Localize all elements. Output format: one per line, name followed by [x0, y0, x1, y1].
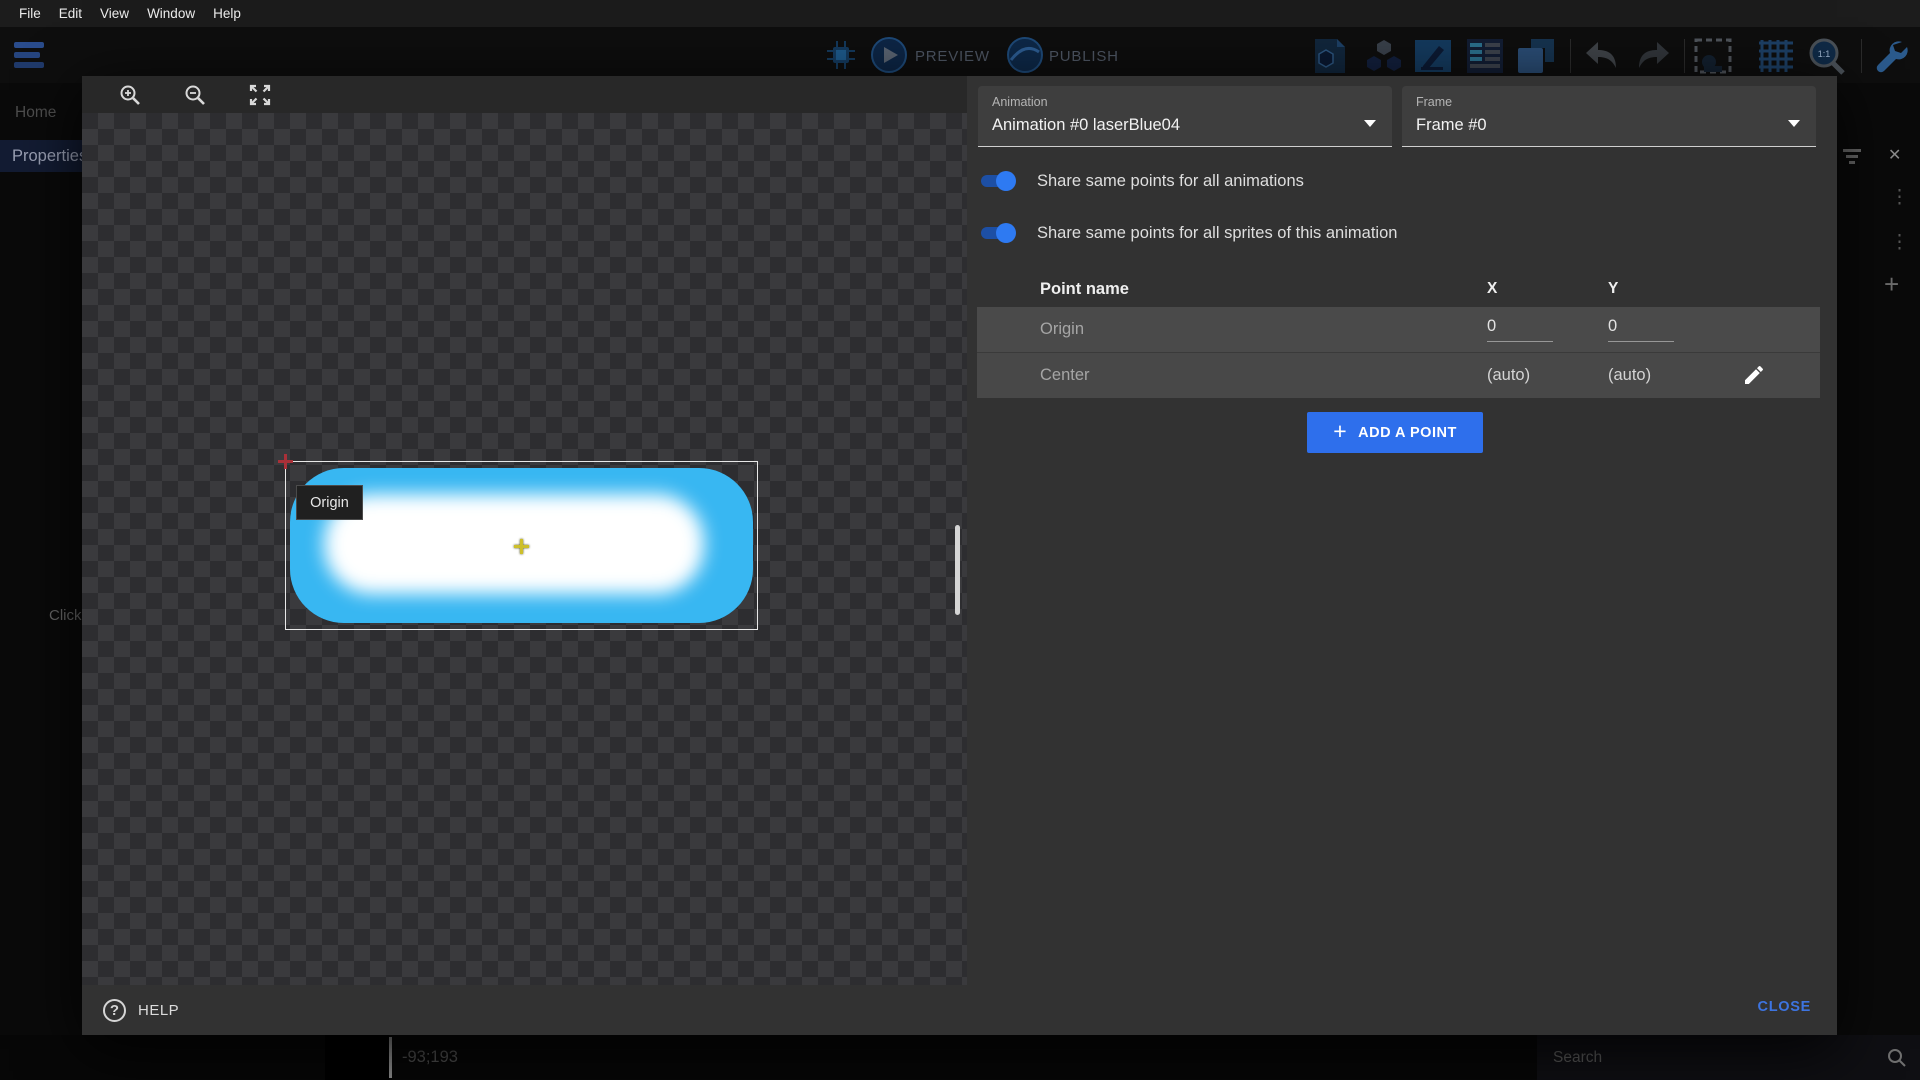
transparency-checkerboard[interactable]: Origin — [82, 113, 967, 985]
toggle-label: Share same points for all sprites of thi… — [1037, 224, 1397, 243]
zoom-in-icon[interactable] — [118, 83, 142, 107]
objects-icon[interactable] — [1311, 38, 1349, 74]
point-name: Center — [1040, 353, 1090, 398]
help-icon: ? — [103, 999, 126, 1022]
properties-hint-text: Click — [49, 607, 82, 627]
search-box — [1537, 1035, 1920, 1080]
svg-text:1:1: 1:1 — [1818, 49, 1831, 59]
dialog-footer: ? HELP CLOSE — [82, 985, 1837, 1035]
chevron-down-icon — [1364, 120, 1376, 127]
toolbar-separator — [1684, 39, 1685, 73]
preview-play-icon[interactable] — [870, 36, 908, 74]
origin-point-marker[interactable] — [278, 454, 293, 469]
frame-select-value: Frame #0 — [1416, 116, 1802, 135]
add-a-point-button[interactable]: + ADD A POINT — [1307, 412, 1483, 453]
wrench-icon[interactable] — [1872, 38, 1908, 74]
column-y: Y — [1608, 271, 1618, 307]
table-row-center: Center (auto) (auto) — [977, 352, 1820, 398]
cursor-coordinates: -93;193 — [402, 1035, 458, 1080]
edit-center-point-button[interactable] — [1741, 363, 1767, 389]
menu-file[interactable]: File — [10, 6, 50, 21]
animation-select-label: Animation — [992, 95, 1378, 109]
project-manager-icon[interactable] — [13, 39, 49, 73]
grid-icon[interactable] — [1757, 38, 1795, 74]
zoom-out-icon[interactable] — [183, 83, 207, 107]
selection-mask-icon[interactable] — [1694, 38, 1732, 74]
add-a-point-label: ADD A POINT — [1358, 425, 1457, 441]
frame-select[interactable]: Frame Frame #0 — [1402, 86, 1816, 147]
events-list-icon[interactable] — [1466, 38, 1504, 74]
search-input[interactable] — [1551, 1048, 1887, 1068]
status-bar-segment — [325, 1035, 389, 1080]
column-point-name: Point name — [1040, 271, 1129, 307]
debug-icon[interactable] — [826, 40, 856, 70]
toggle-label: Share same points for all animations — [1037, 172, 1304, 191]
close-button[interactable]: CLOSE — [1758, 999, 1811, 1015]
menu-view[interactable]: View — [91, 6, 138, 21]
origin-y-input[interactable] — [1608, 317, 1674, 342]
toolbar-separator — [1570, 39, 1571, 73]
status-bar: -93;193 — [0, 1035, 1920, 1080]
chevron-down-icon — [1788, 120, 1800, 127]
tab-home[interactable]: Home — [15, 104, 56, 122]
menu-edit[interactable]: Edit — [50, 6, 91, 21]
frame-select-label: Frame — [1416, 95, 1802, 109]
main-toolbar: PREVIEW PUBLISH — [0, 27, 1920, 83]
origin-x-input[interactable] — [1487, 317, 1553, 342]
points-editor-dialog: Origin Animation Animation #0 laserBlue0… — [82, 76, 1837, 1035]
publish-globe-icon[interactable] — [1006, 36, 1044, 74]
canvas-scrollbar[interactable] — [955, 525, 960, 615]
kebab-menu-icon[interactable]: ⋮ — [1890, 233, 1909, 252]
center-x-value: (auto) — [1487, 353, 1530, 398]
points-table-header: Point name X Y — [977, 271, 1820, 307]
canvas-toolbar — [82, 76, 967, 113]
panel-add-icon[interactable]: + — [1884, 271, 1899, 297]
center-point-marker[interactable] — [514, 539, 529, 554]
fit-to-screen-icon[interactable] — [248, 83, 272, 107]
sprite-canvas[interactable]: Origin — [82, 76, 967, 985]
menu-window[interactable]: Window — [138, 6, 204, 21]
help-button[interactable]: ? HELP — [103, 996, 179, 1024]
properties-panel-header[interactable]: Properties — [0, 140, 82, 172]
edit-scene-icon[interactable] — [1413, 38, 1453, 74]
preview-button[interactable]: PREVIEW — [915, 48, 990, 65]
point-name: Origin — [1040, 307, 1084, 352]
center-y-value: (auto) — [1608, 353, 1651, 398]
panel-close-icon[interactable]: ✕ — [1888, 148, 1901, 164]
filter-icon[interactable] — [1843, 148, 1863, 165]
pane-splitter[interactable] — [389, 1037, 392, 1078]
zoom-one-to-one-icon[interactable]: 1:1 — [1806, 36, 1848, 76]
search-icon — [1887, 1048, 1906, 1067]
redo-icon[interactable] — [1633, 40, 1671, 72]
table-row-origin: Origin — [977, 307, 1820, 352]
share-points-all-animations-toggle[interactable] — [978, 171, 1016, 191]
behaviors-icon[interactable] — [1364, 38, 1404, 74]
menu-bar: File Edit View Window Help — [0, 0, 1920, 27]
column-x: X — [1487, 271, 1497, 307]
publish-button[interactable]: PUBLISH — [1049, 48, 1119, 65]
animation-select-value: Animation #0 laserBlue04 — [992, 116, 1378, 135]
origin-point-tooltip: Origin — [296, 485, 363, 520]
share-points-all-sprites-row: Share same points for all sprites of thi… — [978, 220, 1397, 246]
toolbar-separator — [1861, 39, 1862, 73]
pencil-icon — [1742, 363, 1766, 387]
share-points-all-sprites-toggle[interactable] — [978, 223, 1016, 243]
kebab-menu-icon[interactable]: ⋮ — [1890, 188, 1909, 207]
undo-icon[interactable] — [1584, 40, 1622, 72]
layers-icon[interactable] — [1517, 38, 1555, 74]
animation-select[interactable]: Animation Animation #0 laserBlue04 — [978, 86, 1392, 147]
plus-icon: + — [1333, 418, 1347, 445]
menu-help[interactable]: Help — [204, 6, 250, 21]
share-points-all-animations-row: Share same points for all animations — [978, 168, 1304, 194]
help-label: HELP — [138, 1002, 179, 1019]
points-panel: Animation Animation #0 laserBlue04 Frame… — [967, 76, 1837, 985]
